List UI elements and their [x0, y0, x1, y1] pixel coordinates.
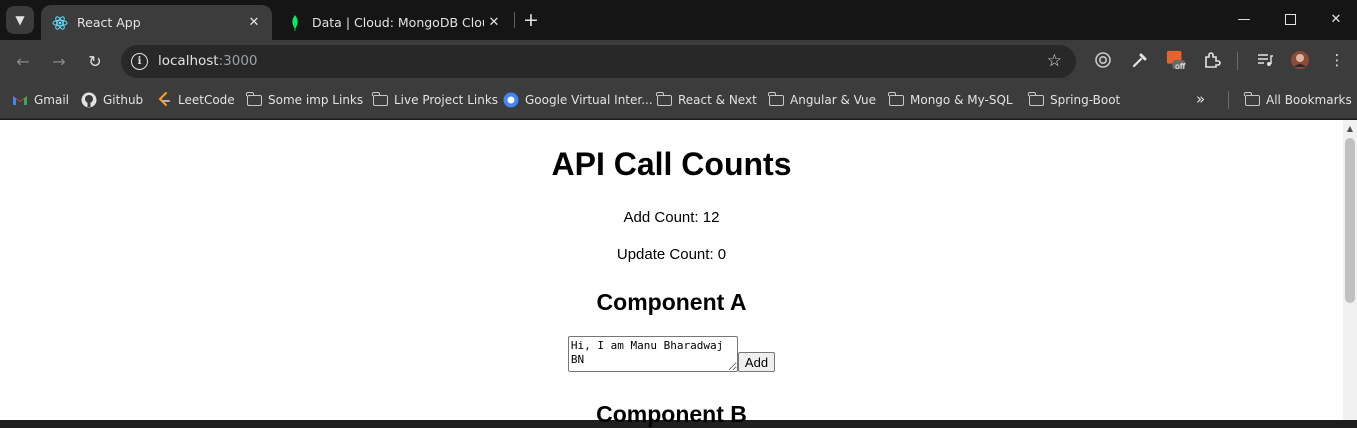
github-icon — [81, 92, 97, 108]
add-count-text: Add Count: 12 — [623, 209, 720, 226]
close-icon[interactable]: ✕ — [244, 13, 264, 33]
add-button[interactable]: Add — [737, 352, 776, 372]
page-content: API Call Counts Add Count: 12 Update Cou… — [0, 120, 1343, 427]
scroll-up-arrow-icon[interactable]: ▲ — [1343, 120, 1357, 136]
bookmark-folder-react-next[interactable]: React & Next — [656, 90, 757, 110]
bookmark-folder-mongo-mysql[interactable]: Mongo & My-SQL — [888, 90, 1013, 110]
react-icon — [52, 15, 68, 31]
bookmark-label: Gmail — [34, 93, 70, 107]
url-port: :3000 — [218, 53, 258, 69]
folder-icon — [768, 91, 784, 108]
bookmarks-overflow-chevron-icon[interactable]: » — [1196, 90, 1205, 108]
folder-icon — [1028, 91, 1044, 108]
back-arrow-icon[interactable]: ← — [10, 48, 36, 74]
reload-icon[interactable]: ↻ — [82, 48, 108, 74]
folder-icon — [372, 91, 388, 108]
address-bar[interactable]: i localhost:3000 ☆ — [121, 45, 1076, 78]
bookmark-google-virtual-interview[interactable]: Google Virtual Inter... — [503, 90, 653, 110]
bookmark-label: All Bookmarks — [1266, 93, 1352, 107]
tab-mongodb-cloud[interactable]: Data | Cloud: MongoDB Cloud ✕ — [276, 5, 512, 40]
window-close-icon[interactable]: ✕ — [1316, 4, 1356, 34]
google-icon — [503, 92, 519, 108]
component-a-form: Hi, I am Manu Bharadwaj BN Add — [0, 336, 1343, 372]
bookmark-label: Live Project Links — [394, 93, 499, 107]
bookmark-folder-spring-boot[interactable]: Spring-Boot — [1028, 90, 1120, 110]
profile-avatar[interactable] — [1290, 50, 1310, 70]
url-host: localhost — [158, 53, 219, 69]
maximize-icon[interactable] — [1270, 4, 1310, 34]
component-a-heading: Component A — [596, 289, 747, 315]
folder-icon — [888, 91, 904, 108]
scrollbar-thumb[interactable] — [1345, 138, 1355, 303]
page-title: API Call Counts — [551, 146, 792, 182]
bookmark-folder-some-imp-links[interactable]: Some imp Links — [246, 90, 363, 110]
extensions-puzzle-icon[interactable] — [1202, 50, 1222, 70]
close-icon[interactable]: ✕ — [484, 13, 504, 33]
tab-title: React App — [77, 15, 141, 30]
folder-icon — [246, 91, 262, 108]
bookmark-label: Some imp Links — [268, 93, 364, 107]
page-scrollbar[interactable]: ▲ — [1343, 120, 1357, 420]
menu-kebab-icon[interactable]: ⋮ — [1327, 50, 1347, 70]
bookmark-leetcode[interactable]: LeetCode — [156, 90, 235, 110]
component-b-heading: Component B — [596, 401, 747, 427]
bookmark-label: Google Virtual Inter... — [525, 93, 653, 107]
bookmark-github[interactable]: Github — [81, 90, 143, 110]
forward-arrow-icon[interactable]: → — [46, 48, 72, 74]
message-textarea[interactable]: Hi, I am Manu Bharadwaj BN — [567, 336, 738, 372]
bookmarks-separator — [1228, 91, 1229, 109]
extension-off-icon[interactable]: off — [1166, 50, 1186, 71]
bookmark-star-icon[interactable]: ☆ — [1047, 51, 1062, 71]
bookmark-folder-angular-vue[interactable]: Angular & Vue — [768, 90, 876, 110]
gmail-icon — [12, 92, 28, 108]
bookmark-folder-all-bookmarks[interactable]: All Bookmarks — [1244, 90, 1352, 110]
extension-target-icon[interactable] — [1093, 50, 1113, 70]
mongodb-leaf-icon — [287, 14, 303, 31]
bookmark-label: Mongo & My-SQL — [910, 93, 1013, 107]
bookmarks-bar: Gmail Github LeetCode Some imp Links Liv… — [0, 81, 1357, 119]
minimize-icon[interactable]: — — [1224, 4, 1264, 34]
tab-title: Data | Cloud: MongoDB Cloud — [312, 15, 484, 30]
update-count-text: Update Count: 0 — [616, 246, 727, 263]
bookmark-label: Spring-Boot — [1050, 93, 1121, 107]
eyedropper-icon[interactable] — [1130, 50, 1150, 70]
bookmark-label: React & Next — [678, 93, 757, 107]
leetcode-icon — [156, 92, 172, 108]
toolbar-separator — [1237, 52, 1238, 70]
bookmark-label: Github — [103, 93, 144, 107]
bookmark-label: Angular & Vue — [790, 93, 877, 107]
folder-icon — [1244, 91, 1260, 108]
bookmark-label: LeetCode — [178, 93, 235, 107]
new-tab-plus-icon[interactable]: + — [520, 9, 542, 31]
tab-strip: ▼ React App ✕ Data | Cloud: MongoDB Clou… — [0, 0, 1357, 40]
bookmark-folder-live-project-links[interactable]: Live Project Links — [372, 90, 498, 110]
site-info-icon[interactable]: i — [131, 53, 148, 70]
tab-react-app[interactable]: React App ✕ — [41, 5, 272, 40]
folder-icon — [656, 91, 672, 108]
extension-badge: off — [1175, 62, 1186, 71]
tab-separator — [514, 12, 515, 28]
browser-toolbar: ← → ↻ i localhost:3000 ☆ off ⋮ — [0, 40, 1357, 81]
media-playlist-icon[interactable] — [1255, 50, 1275, 70]
tab-search-chevron-icon[interactable]: ▼ — [6, 6, 34, 34]
bookmark-gmail[interactable]: Gmail — [12, 90, 69, 110]
address-url[interactable]: localhost:3000 — [158, 53, 258, 69]
